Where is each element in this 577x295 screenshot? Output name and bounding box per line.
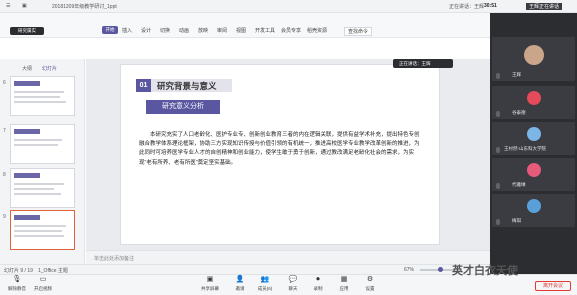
title-bar: ☰ ▣ 20181209年级教学研讨_1ppt 正在讲话：王辉 30:51 王辉…: [0, 0, 577, 13]
start-video-button[interactable]: ▭ 开启视频: [28, 276, 58, 295]
members-icon: 👥: [260, 276, 270, 283]
document-tab[interactable]: 20181209年级教学研讨_1ppt: [52, 3, 117, 10]
menu-slideshow[interactable]: 放映: [198, 27, 208, 34]
menu-developer[interactable]: 开发工具: [255, 27, 275, 34]
participant-name: 王辉: [512, 72, 521, 77]
avatar: [527, 163, 541, 177]
clock: 30:51: [484, 3, 497, 9]
avatar: [524, 45, 544, 65]
menu-animation[interactable]: 动画: [179, 27, 189, 34]
mic-icon: [496, 219, 500, 225]
app-menu-icon[interactable]: ☰: [6, 3, 10, 9]
section-title: 研究背景与意义: [157, 81, 217, 91]
menu-insert[interactable]: 插入: [122, 27, 132, 34]
notes-pane[interactable]: 单击此处添加备注: [86, 250, 490, 264]
participant-tile[interactable]: 王衬然-山东科大学院: [492, 122, 575, 155]
mic-icon: [496, 111, 500, 117]
status-bar: 幻灯片 9 / 19 1_Office 主题 67%: [0, 264, 490, 274]
avatar: [527, 91, 541, 105]
menu-docer[interactable]: 稻壳资源: [307, 27, 327, 34]
active-speaker-badge: 正在讲话：王辉: [393, 59, 453, 68]
avatar: [527, 199, 541, 213]
thumb-number: 8: [3, 172, 6, 178]
slide-body-text: 本研究充实了人口老龄化、医护专业专、创新创业教育三者的内在逻辑关联，提供有益学术…: [139, 132, 420, 166]
share-screen-icon: ▣: [206, 276, 214, 283]
menu-review[interactable]: 审阅: [217, 27, 227, 34]
leave-meeting-button[interactable]: 离开会议: [535, 281, 571, 291]
menu-design[interactable]: 设计: [141, 27, 151, 34]
section-number: 01: [136, 79, 151, 92]
chat-icon: 💬: [288, 276, 298, 283]
zoom-slider-handle[interactable]: [438, 267, 443, 272]
participant-tile[interactable]: 谷泰德: [492, 86, 575, 119]
avatar: [527, 127, 541, 141]
camera-icon: ▭: [39, 276, 47, 283]
tab-outline[interactable]: 大纲: [22, 65, 32, 72]
zoom-level[interactable]: 67%: [404, 267, 414, 273]
gear-icon: ⚙: [366, 276, 374, 283]
menu-view[interactable]: 视图: [236, 27, 246, 34]
members-button[interactable]: 👥 成员(6): [250, 276, 280, 295]
thumb-number: 9: [3, 214, 6, 220]
share-screen-button[interactable]: ▣ 共享屏幕: [195, 276, 225, 295]
slide-counter: 幻灯片 9 / 19: [4, 268, 33, 274]
participant-name: 谷泰德: [512, 110, 526, 115]
subsection-title: 研究意义分析: [146, 100, 220, 114]
mic-off-icon: 🎙: [12, 276, 22, 283]
participant-tile[interactable]: 王辉: [492, 37, 575, 81]
thumb-number: 7: [3, 128, 6, 134]
speaking-indicator: 正在讲话：王辉: [449, 4, 485, 10]
home-tab[interactable]: ▣: [22, 3, 27, 9]
slide-thumbnail[interactable]: [10, 76, 75, 116]
mic-icon: [496, 147, 500, 153]
mic-icon: [496, 73, 500, 79]
participant-tile[interactable]: 代雅琳: [492, 158, 575, 191]
theme-name: 1_Office 主题: [38, 268, 68, 274]
recording-badge: 研究属实: [10, 27, 44, 35]
record-icon: ⏺: [316, 276, 320, 283]
invite-icon: 👤: [235, 276, 245, 283]
thumb-number: 6: [3, 80, 6, 86]
participant-name: 梅琪: [512, 218, 521, 223]
slide-thumbnail[interactable]: [10, 168, 75, 208]
participant-name: 王衬然-山东科大学院: [504, 146, 546, 151]
ribbon: [0, 13, 490, 38]
notes-placeholder: 单击此处添加备注: [94, 256, 135, 262]
participant-name: 代雅琳: [512, 182, 526, 187]
mic-icon: [496, 183, 500, 189]
speaker-banner: 王辉正在讲话: [526, 3, 563, 10]
tab-slides[interactable]: 幻灯片: [42, 65, 57, 72]
menu-transition[interactable]: 切换: [160, 27, 170, 34]
command-search[interactable]: 查找命令: [344, 27, 373, 36]
watermark: 英才白衣天使: [452, 265, 518, 277]
menu-member[interactable]: 会员专享: [281, 27, 301, 34]
slide-thumbnail-selected[interactable]: [10, 210, 75, 250]
settings-button[interactable]: ⚙ 设置: [355, 276, 385, 295]
participant-tile[interactable]: 梅琪: [492, 194, 575, 227]
slide-thumbnail[interactable]: [10, 124, 75, 164]
menu-start[interactable]: 开始: [102, 26, 118, 34]
slide: 01 研究背景与意义 研究意义分析 本研究充实了人口老龄化、医护专业专、创新创业…: [120, 64, 440, 245]
apps-icon: ▦: [340, 276, 348, 283]
